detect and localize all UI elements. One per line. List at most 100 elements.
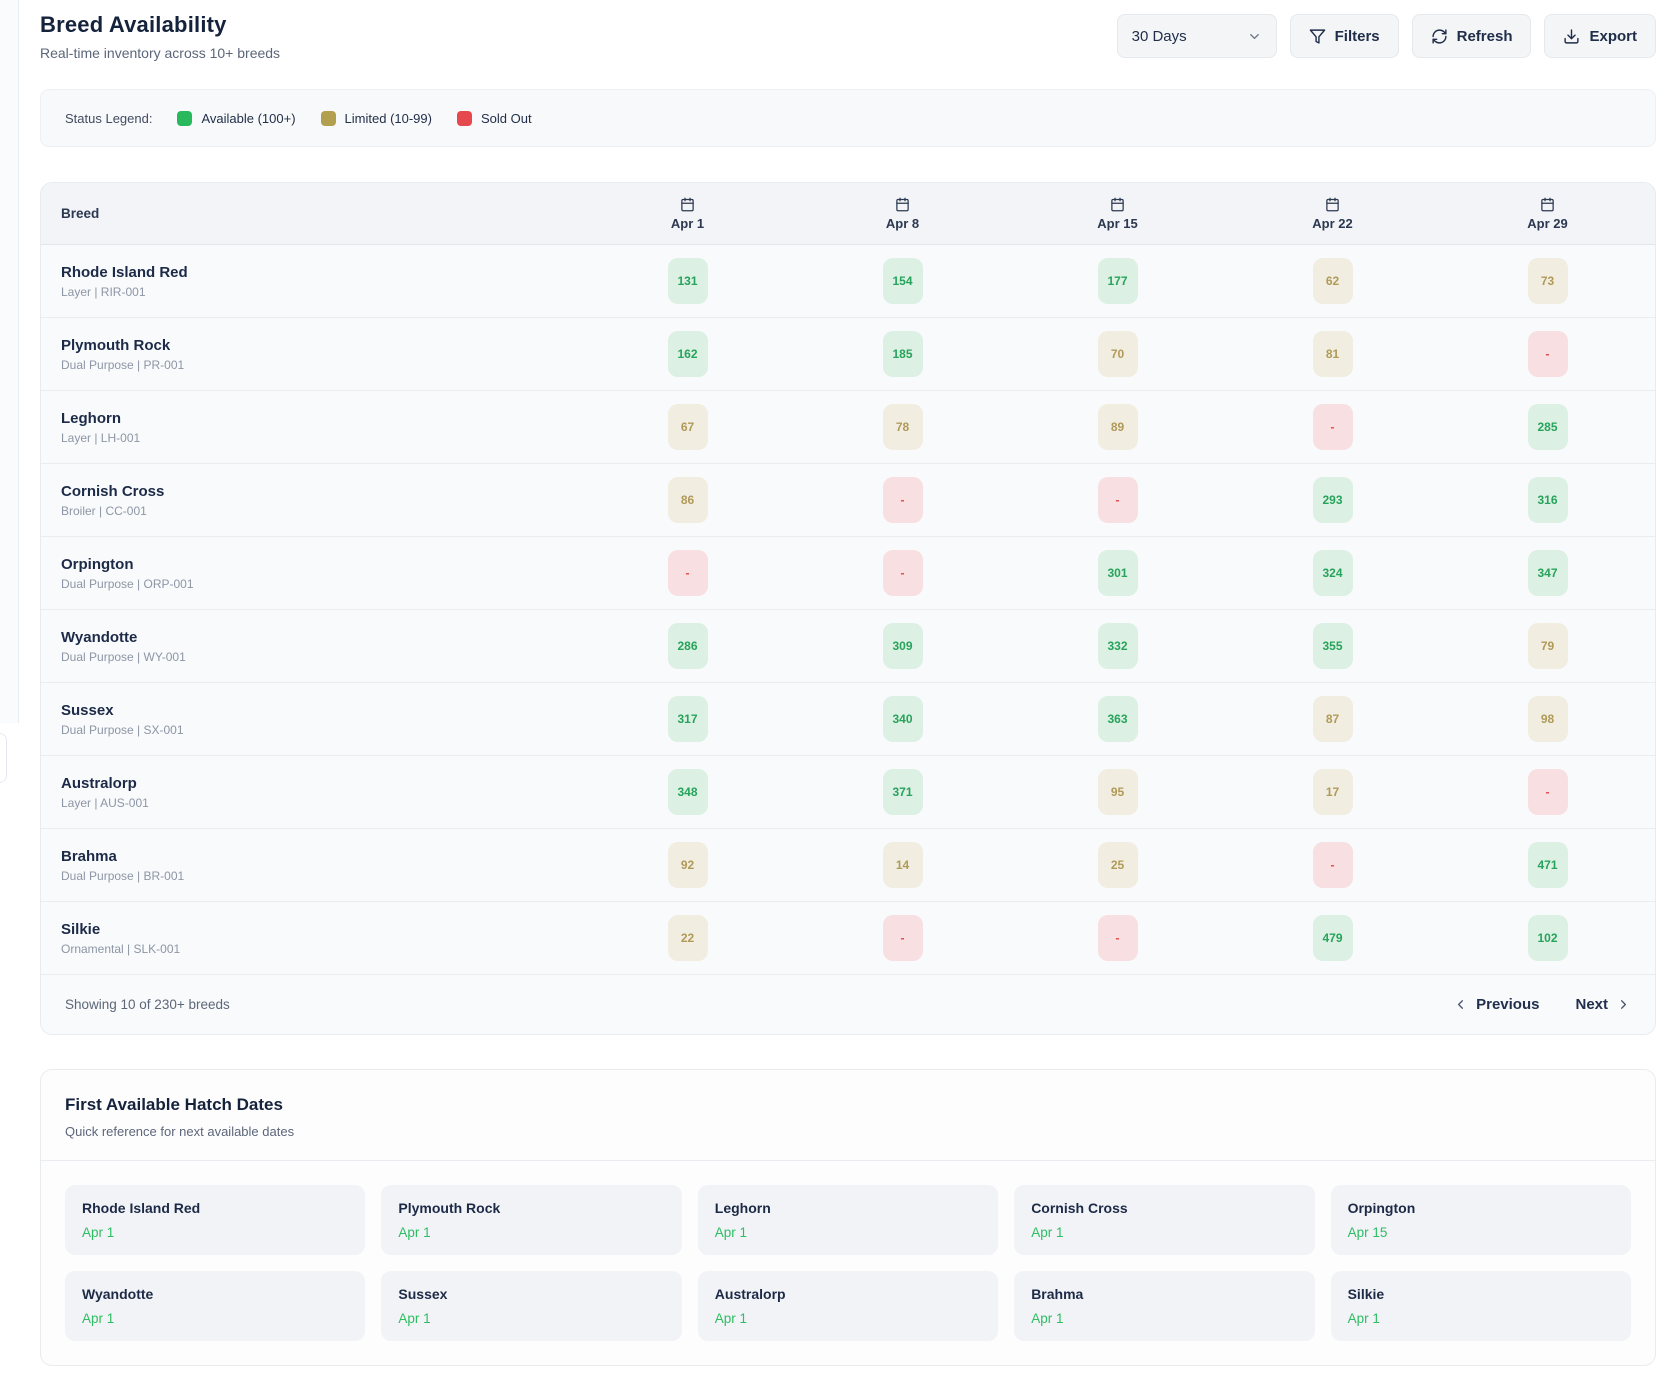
availability-cell-available[interactable]: 332	[1098, 623, 1138, 669]
availability-cell-limited[interactable]: 62	[1313, 258, 1353, 304]
availability-cell-limited[interactable]: 17	[1313, 769, 1353, 815]
availability-column: 131	[580, 258, 795, 304]
hatch-date-tile[interactable]: Rhode Island Red Apr 1	[65, 1185, 365, 1255]
hatch-tile-breed: Orpington	[1348, 1200, 1614, 1216]
availability-cell-limited[interactable]: 22	[668, 915, 708, 961]
hatch-tile-date: Apr 1	[398, 1311, 664, 1326]
filters-button[interactable]: Filters	[1290, 14, 1399, 58]
availability-cell-available[interactable]: 185	[883, 331, 923, 377]
availability-cell-available[interactable]: 471	[1528, 842, 1568, 888]
availability-column: -	[1440, 769, 1655, 815]
availability-cell-limited[interactable]: 98	[1528, 696, 1568, 742]
calendar-icon	[680, 197, 695, 212]
availability-cell-limited[interactable]: 70	[1098, 331, 1138, 377]
availability-cell-available[interactable]: 355	[1313, 623, 1353, 669]
availability-cell-limited[interactable]: 14	[883, 842, 923, 888]
breed-name: Orpington	[61, 556, 580, 573]
availability-cell-soldout[interactable]: -	[1528, 769, 1568, 815]
calendar-icon	[1110, 197, 1125, 212]
availability-cell-available[interactable]: 301	[1098, 550, 1138, 596]
breed-cell: Brahma Dual Purpose | BR-001	[41, 848, 580, 883]
availability-cell-soldout[interactable]: -	[1528, 331, 1568, 377]
availability-cell-available[interactable]: 177	[1098, 258, 1138, 304]
availability-cell-limited[interactable]: 86	[668, 477, 708, 523]
hatch-date-tile[interactable]: Silkie Apr 1	[1331, 1271, 1631, 1341]
availability-table: Breed Apr 1 Apr 8 Apr 15 Apr 22 Apr 29 R…	[40, 182, 1656, 1035]
availability-cell-soldout[interactable]: -	[883, 915, 923, 961]
availability-cell-soldout[interactable]: -	[883, 550, 923, 596]
availability-cell-soldout[interactable]: -	[668, 550, 708, 596]
hatch-tile-breed: Brahma	[1031, 1286, 1297, 1302]
availability-cell-limited[interactable]: 25	[1098, 842, 1138, 888]
availability-cell-limited[interactable]: 67	[668, 404, 708, 450]
date-column-label: Apr 8	[886, 216, 919, 231]
availability-cell-soldout[interactable]: -	[883, 477, 923, 523]
availability-cell-available[interactable]: 363	[1098, 696, 1138, 742]
availability-cell-limited[interactable]: 81	[1313, 331, 1353, 377]
availability-cell-available[interactable]: 371	[883, 769, 923, 815]
availability-cell-limited[interactable]: 79	[1528, 623, 1568, 669]
availability-cell-available[interactable]: 309	[883, 623, 923, 669]
hatch-date-tile[interactable]: Plymouth Rock Apr 1	[381, 1185, 681, 1255]
availability-cell-available[interactable]: 348	[668, 769, 708, 815]
hatch-tile-date: Apr 1	[1031, 1311, 1297, 1326]
hatch-date-tile[interactable]: Leghorn Apr 1	[698, 1185, 998, 1255]
availability-column: -	[795, 915, 1010, 961]
hatch-date-tile[interactable]: Cornish Cross Apr 1	[1014, 1185, 1314, 1255]
legend-swatch	[457, 111, 472, 126]
availability-cell-limited[interactable]: 95	[1098, 769, 1138, 815]
availability-column: 86	[580, 477, 795, 523]
availability-cell-available[interactable]: 479	[1313, 915, 1353, 961]
breed-name: Brahma	[61, 848, 580, 865]
filters-label: Filters	[1335, 28, 1380, 45]
availability-cell-limited[interactable]: 92	[668, 842, 708, 888]
availability-cell-limited[interactable]: 78	[883, 404, 923, 450]
availability-cell-available[interactable]: 102	[1528, 915, 1568, 961]
collapsed-sidebar	[0, 0, 19, 723]
availability-cell-available[interactable]: 154	[883, 258, 923, 304]
availability-cell-available[interactable]: 131	[668, 258, 708, 304]
availability-column: 95	[1010, 769, 1225, 815]
next-button[interactable]: Next	[1575, 996, 1631, 1013]
availability-column: -	[1440, 331, 1655, 377]
availability-cell-soldout[interactable]: -	[1098, 477, 1138, 523]
availability-cell-limited[interactable]: 89	[1098, 404, 1138, 450]
table-row: Rhode Island Red Layer | RIR-001 1311541…	[41, 245, 1655, 318]
availability-cell-limited[interactable]: 73	[1528, 258, 1568, 304]
breed-cell: Orpington Dual Purpose | ORP-001	[41, 556, 580, 591]
hatch-date-tile[interactable]: Orpington Apr 15	[1331, 1185, 1631, 1255]
availability-column: 14	[795, 842, 1010, 888]
availability-cell-available[interactable]: 285	[1528, 404, 1568, 450]
hatch-date-tile[interactable]: Sussex Apr 1	[381, 1271, 681, 1341]
hatch-date-tile[interactable]: Wyandotte Apr 1	[65, 1271, 365, 1341]
date-column-label: Apr 22	[1312, 216, 1352, 231]
availability-cell-available[interactable]: 162	[668, 331, 708, 377]
table-row: Brahma Dual Purpose | BR-001 92 14 25 - 471	[41, 829, 1655, 902]
availability-cell-soldout[interactable]: -	[1313, 404, 1353, 450]
availability-cell-soldout[interactable]: -	[1098, 915, 1138, 961]
availability-column: 371	[795, 769, 1010, 815]
previous-button[interactable]: Previous	[1453, 996, 1539, 1013]
hatch-date-tile[interactable]: Australorp Apr 1	[698, 1271, 998, 1341]
availability-cell-available[interactable]: 317	[668, 696, 708, 742]
availability-column: 309	[795, 623, 1010, 669]
availability-cell-available[interactable]: 316	[1528, 477, 1568, 523]
availability-cell-available[interactable]: 324	[1313, 550, 1353, 596]
availability-cell-available[interactable]: 347	[1528, 550, 1568, 596]
sidebar-toggle-handle[interactable]	[0, 733, 7, 783]
date-range-select[interactable]: 30 Days	[1117, 14, 1277, 58]
availability-column: 185	[795, 331, 1010, 377]
availability-cell-limited[interactable]: 87	[1313, 696, 1353, 742]
breed-name: Plymouth Rock	[61, 337, 580, 354]
availability-cell-available[interactable]: 293	[1313, 477, 1353, 523]
availability-cell-soldout[interactable]: -	[1313, 842, 1353, 888]
filter-funnel-icon	[1309, 28, 1326, 45]
hatch-tile-breed: Cornish Cross	[1031, 1200, 1297, 1216]
availability-cell-available[interactable]: 340	[883, 696, 923, 742]
export-button[interactable]: Export	[1544, 14, 1656, 58]
pagination: Previous Next	[1453, 996, 1631, 1013]
availability-cell-available[interactable]: 286	[668, 623, 708, 669]
hatch-date-tile[interactable]: Brahma Apr 1	[1014, 1271, 1314, 1341]
refresh-button[interactable]: Refresh	[1412, 14, 1532, 58]
date-column-header: Apr 8	[795, 183, 1010, 244]
